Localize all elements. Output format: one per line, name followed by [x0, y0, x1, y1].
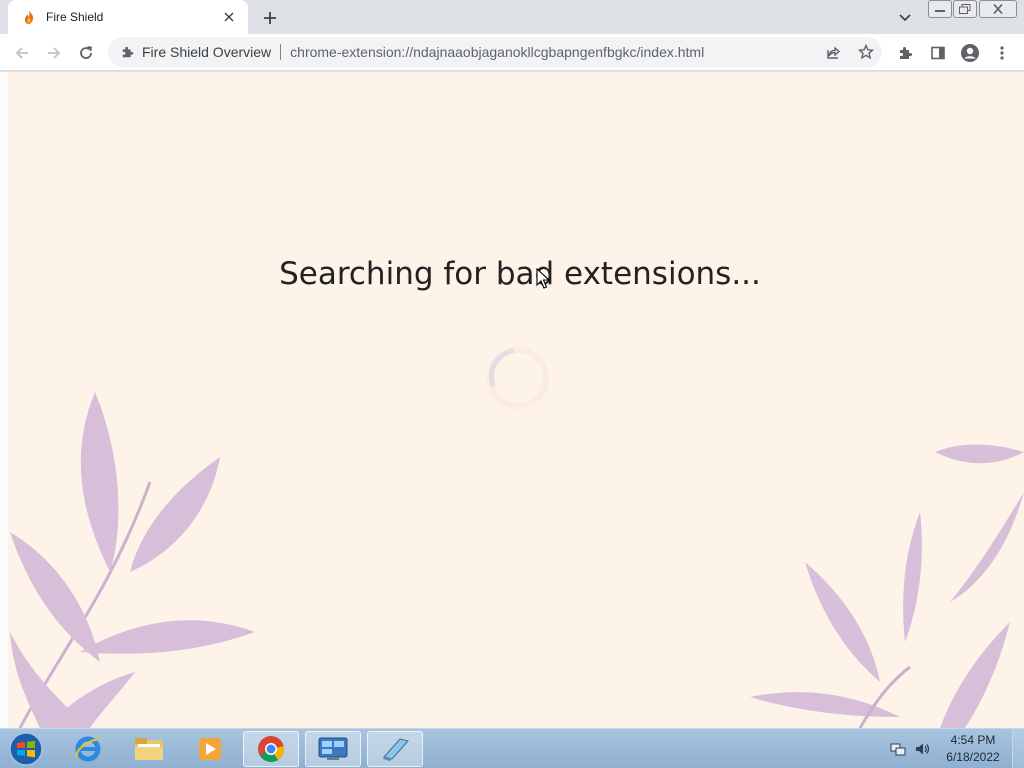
url-text[interactable]: chrome-extension://ndajnaaobjaganokllcgb… [290, 44, 704, 60]
notepad-icon [383, 738, 409, 761]
windows-taskbar: 4:54 PM 6/18/2022 [0, 728, 1024, 768]
chevron-down-icon [899, 14, 911, 22]
browser-toolbar: Fire Shield Overview chrome-extension://… [0, 34, 1024, 71]
site-label: Fire Shield Overview [142, 44, 272, 60]
clock-date: 6/18/2022 [946, 750, 1000, 764]
flame-icon [20, 8, 38, 26]
reload-button[interactable] [73, 40, 99, 66]
loading-spinner [487, 347, 549, 409]
forward-button[interactable] [41, 40, 67, 66]
side-panel-button[interactable] [925, 40, 951, 66]
media-player-icon [199, 738, 221, 760]
profile-button[interactable] [957, 40, 983, 66]
extension-puzzle-icon [120, 44, 136, 60]
avatar-icon [961, 44, 979, 62]
new-tab-button[interactable] [258, 6, 282, 30]
address-separator [280, 44, 282, 60]
close-tab-icon[interactable] [220, 8, 238, 26]
windows-start-icon [9, 732, 43, 766]
explorer-icon [135, 738, 163, 760]
back-button[interactable] [9, 40, 35, 66]
taskbar-chrome[interactable] [243, 731, 299, 767]
tab-search-button[interactable] [894, 7, 916, 29]
chrome-icon [258, 736, 285, 762]
extensions-button[interactable] [893, 40, 919, 66]
tab-title: Fire Shield [46, 10, 104, 24]
side-panel-icon [931, 46, 945, 60]
taskbar-control-panel[interactable] [305, 731, 361, 767]
ie-icon [75, 736, 101, 762]
kebab-menu-icon [1000, 46, 1004, 60]
taskbar-ie[interactable] [60, 731, 116, 767]
browser-tab[interactable]: Fire Shield [8, 0, 248, 34]
system-clock[interactable]: 4:54 PM 6/18/2022 [938, 732, 1008, 766]
address-bar[interactable]: Fire Shield Overview chrome-extension://… [108, 37, 882, 67]
start-button[interactable] [6, 730, 46, 768]
taskbar-notepad[interactable] [367, 731, 423, 767]
tab-strip: Fire Shield [0, 0, 1024, 34]
close-window-button[interactable] [979, 0, 1017, 18]
mouse-cursor-icon [536, 268, 550, 289]
bookmark-star-icon[interactable] [854, 40, 878, 64]
restore-button[interactable] [953, 0, 977, 18]
minimize-button[interactable] [928, 0, 952, 18]
arrow-left-icon [15, 47, 28, 59]
plus-icon [264, 12, 276, 24]
volume-icon[interactable] [914, 741, 930, 757]
show-desktop-button[interactable] [1012, 729, 1024, 768]
extensions-puzzle-icon [900, 47, 912, 59]
reload-icon [80, 46, 93, 59]
control-panel-icon [318, 737, 348, 760]
clock-time: 4:54 PM [950, 733, 996, 747]
menu-button[interactable] [989, 40, 1015, 66]
network-icon[interactable] [890, 741, 906, 757]
extension-page: Searching for bad extensions... [0, 72, 1024, 728]
taskbar-explorer[interactable] [121, 731, 177, 767]
arrow-right-icon [48, 47, 61, 59]
status-heading: Searching for bad extensions... [279, 256, 761, 292]
share-icon[interactable] [822, 40, 846, 64]
taskbar-media-player[interactable] [182, 731, 238, 767]
